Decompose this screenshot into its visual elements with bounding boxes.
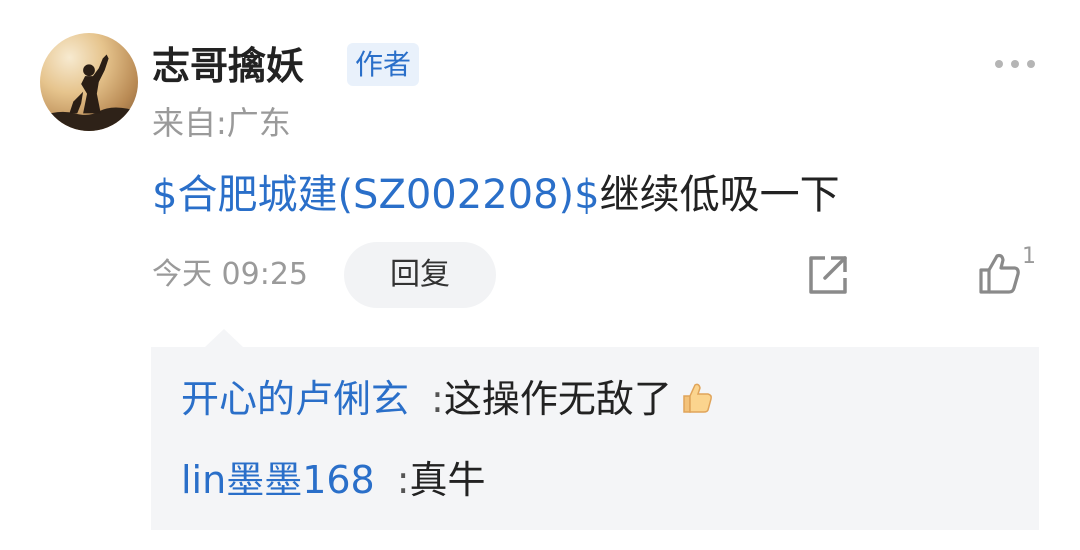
reply-username[interactable]: lin墨墨168 — [181, 458, 375, 502]
reply-text: 真牛 — [409, 458, 486, 502]
stock-tag-link[interactable]: $合肥城建(SZ002208)$ — [152, 172, 600, 218]
replies-panel: 开心的卢俐玄:这操作无敌了 lin墨墨168:真牛 — [151, 347, 1039, 530]
avatar[interactable] — [40, 33, 138, 131]
like-count: 1 — [1022, 244, 1036, 269]
author-location: 来自:广东 — [152, 104, 291, 142]
post-text: 继续低吸一下 — [599, 172, 840, 218]
post-content: $合肥城建(SZ002208)$继续低吸一下 — [152, 165, 840, 225]
reply-item: 开心的卢俐玄:这操作无敌了 — [181, 371, 716, 427]
thumbs-up-emoji-icon — [683, 383, 712, 413]
reply-username[interactable]: 开心的卢俐玄 — [181, 377, 409, 421]
reply-separator: : — [431, 377, 444, 421]
more-dots-icon[interactable] — [990, 52, 1040, 76]
share-icon[interactable] — [805, 252, 851, 298]
reply-button[interactable]: 回复 — [344, 242, 496, 308]
reply-text: 这操作无敌了 — [443, 377, 672, 421]
replies-pointer — [204, 329, 244, 348]
avatar-image — [40, 54, 138, 131]
author-badge: 作者 — [347, 43, 420, 86]
thumbs-up-icon[interactable] — [975, 250, 1023, 298]
reply-separator: : — [396, 458, 410, 502]
post-timestamp: 今天 09:25 — [152, 257, 308, 292]
author-name[interactable]: 志哥擒妖 — [152, 38, 304, 94]
reply-item: lin墨墨168:真牛 — [181, 452, 486, 508]
